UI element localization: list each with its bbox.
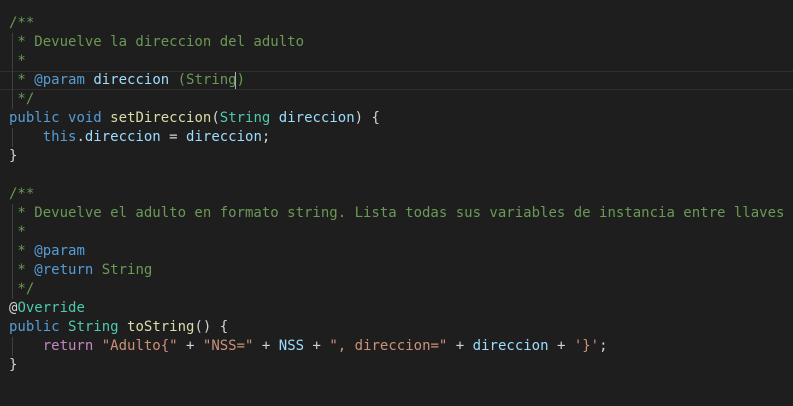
code-token: /** [9,186,35,202]
code-token: */ [9,91,35,107]
code-line[interactable]: */ [9,90,34,109]
code-token: '}' [573,338,600,354]
code-token: } [9,357,18,373]
code-line[interactable]: * Devuelve la direccion del adulto [9,33,304,52]
code-token: () { [194,319,229,335]
code-token: Override [17,300,85,316]
code-token: String [93,262,153,278]
code-token: * [9,262,35,278]
code-line[interactable]: * [9,52,26,71]
code-line[interactable]: * [9,223,26,242]
code-token: @return [34,262,94,278]
text-cursor [235,72,236,89]
code-line[interactable]: public String toString() { [9,318,228,337]
code-token: (String) [169,72,246,88]
code-token: + [548,338,574,354]
code-token: direccion [93,72,170,88]
code-line[interactable]: /** [9,14,34,33]
code-token: + [253,338,279,354]
code-token: return [42,338,94,354]
code-line[interactable]: * Devuelve el adulto en formato string. … [9,204,784,223]
code-token: String [219,110,271,126]
code-line[interactable]: return "Adulto{" + "NSS=" + NSS + ", dir… [9,337,608,356]
code-line[interactable]: public void setDireccion(String direccio… [9,109,380,128]
code-token: public [9,110,60,126]
code-token: + [177,338,203,354]
code-token: * Devuelve el adulto en formato string. … [9,205,785,221]
code-editor[interactable]: /** * Devuelve la direccion del adulto *… [0,0,793,406]
code-token: direccion [472,338,549,354]
code-token: + [304,338,330,354]
code-line[interactable]: this.direccion = direccion; [9,128,271,147]
code-token: toString [127,319,195,335]
code-token: direccion [186,129,262,145]
code-token: String [68,319,119,335]
code-token: @param [34,243,85,259]
code-token: "Adulto{" [101,338,178,354]
code-line[interactable]: * @param [9,242,85,261]
code-token: ; [599,338,608,354]
code-line[interactable]: /** [9,185,34,204]
code-line[interactable]: * @return String [9,261,152,280]
code-token: ) { [354,110,380,126]
code-token: ; [261,129,271,145]
code-token: this [42,129,77,145]
code-token: ( [211,110,220,126]
code-token: direccion [84,129,161,145]
code-token: void [68,110,102,126]
code-token: public [9,319,60,335]
code-line[interactable]: */ [9,280,34,299]
code-token: */ [9,281,35,297]
code-token: . [76,129,85,145]
code-token: = [160,129,187,145]
code-token: * Devuelve la direccion del adulto [9,34,305,50]
code-token: direccion [278,110,355,126]
code-token: NSS [278,338,305,354]
code-line[interactable]: @Override [9,299,85,318]
code-line[interactable]: } [9,147,17,166]
code-token: * [9,243,35,259]
code-line[interactable]: * @param direccion (String) [9,71,245,90]
code-token: * [9,53,26,69]
code-token: setDireccion [110,110,212,126]
code-token: "NSS=" [202,338,254,354]
code-token: ", direccion=" [329,338,448,354]
code-token: * [9,224,26,240]
code-token: * [9,72,35,88]
code-token: + [447,338,473,354]
code-token: } [9,148,18,164]
code-line[interactable]: } [9,356,17,375]
code-token: @param [34,72,85,88]
code-token: /** [9,15,35,31]
